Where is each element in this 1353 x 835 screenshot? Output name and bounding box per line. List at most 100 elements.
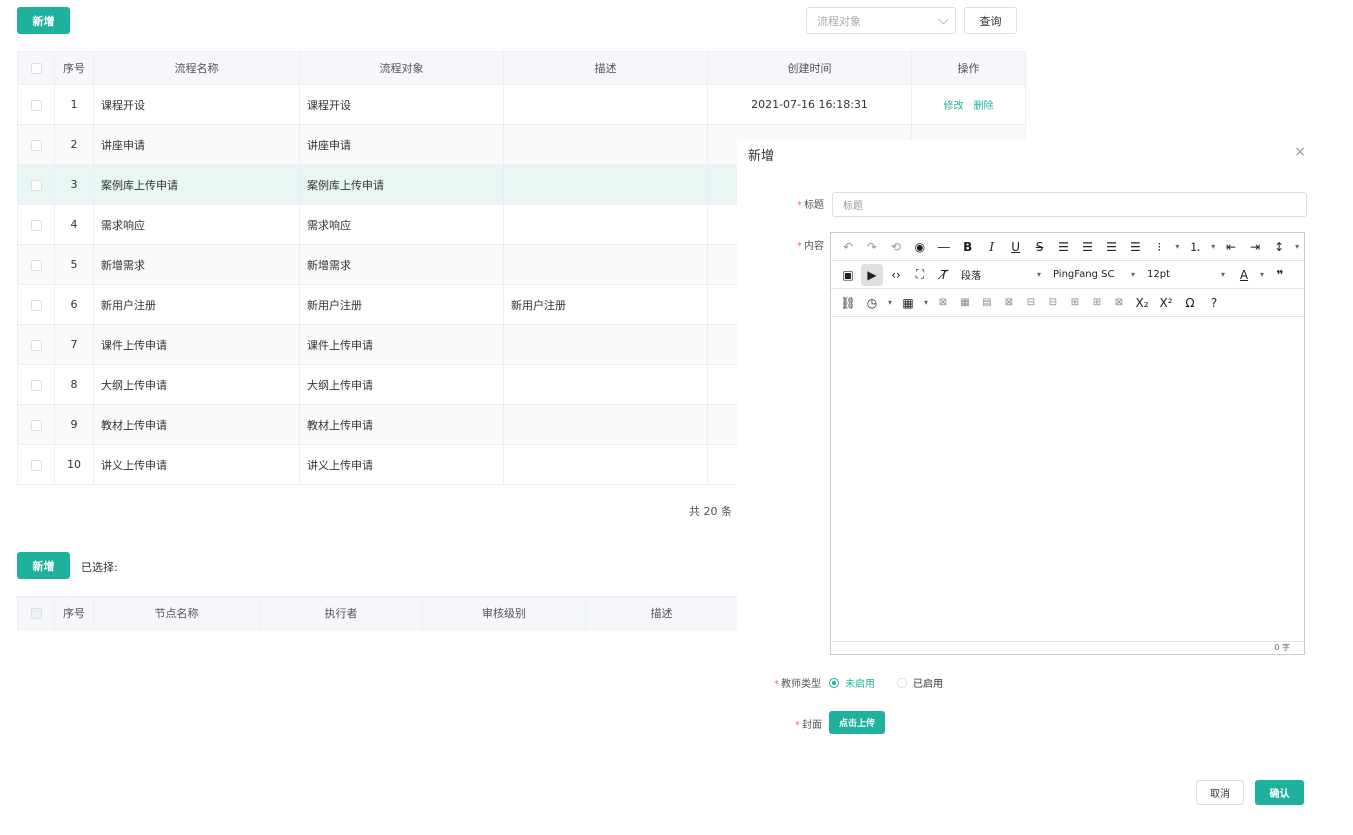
row-checkbox[interactable] <box>30 339 42 351</box>
superscript-icon[interactable]: X² <box>1155 292 1177 314</box>
align-right-icon[interactable]: ☰ <box>1100 236 1122 258</box>
delete-table-icon[interactable]: ⊠ <box>933 292 953 314</box>
radio-enabled-option[interactable]: 已启用 <box>897 675 943 690</box>
chevron-down-icon[interactable]: ▾ <box>921 292 931 314</box>
insert-row-after-icon[interactable]: ⊟ <box>1043 292 1063 314</box>
outdent-icon[interactable]: ⇤ <box>1220 236 1242 258</box>
add-node-button[interactable]: 新增 <box>17 552 70 579</box>
underline-icon[interactable]: U <box>1005 236 1027 258</box>
flow-description <box>503 84 708 125</box>
row-checkbox[interactable] <box>30 179 42 191</box>
insert-row-before-icon[interactable]: ⊟ <box>1021 292 1041 314</box>
bullet-list-icon[interactable]: ⁝ <box>1148 236 1170 258</box>
undo-icon[interactable]: ↶ <box>837 236 859 258</box>
row-checkbox[interactable] <box>30 379 42 391</box>
column-header: 创建时间 <box>707 51 912 85</box>
font-family-value: PingFang SC <box>1053 269 1115 280</box>
align-center-icon[interactable]: ☰ <box>1077 236 1099 258</box>
chevron-down-icon[interactable]: ▾ <box>1292 236 1302 258</box>
chevron-down-icon[interactable]: ▾ <box>1208 236 1218 258</box>
confirm-button[interactable]: 确认 <box>1255 780 1304 805</box>
indent-icon[interactable]: ⇥ <box>1244 236 1266 258</box>
row-number: 1 <box>54 84 94 125</box>
chevron-down-icon: ▾ <box>1220 270 1225 279</box>
flow-target-select[interactable]: 流程对象 <box>806 7 956 34</box>
row-number: 8 <box>54 364 94 405</box>
flow-name: 课程开设 <box>93 84 300 125</box>
align-left-icon[interactable]: ☰ <box>1053 236 1075 258</box>
row-checkbox[interactable] <box>30 459 42 471</box>
rich-text-editor[interactable]: ↶ ↷ ⟲ ◉ ― B I U S ☰ ☰ ☰ ☰ ⁝ ▾ ⒈ ▾ ⇤ ⇥ ↕ … <box>830 232 1305 655</box>
flow-target: 课程开设 <box>299 84 504 125</box>
clear-format-icon[interactable]: T̸ <box>933 264 955 286</box>
column-header: 描述 <box>503 51 708 85</box>
chevron-down-icon: ▾ <box>1130 270 1135 279</box>
special-char-icon[interactable]: Ω <box>1179 292 1201 314</box>
preview-eye-icon[interactable]: ◉ <box>909 236 931 258</box>
close-icon[interactable]: × <box>1294 144 1306 160</box>
table-header-row: 序号 流程名称 流程对象 描述 创建时间 操作 <box>17 51 1026 85</box>
row-props-icon[interactable]: ▤ <box>977 292 997 314</box>
delete-link[interactable]: 删除 <box>974 101 994 112</box>
flow-name: 教材上传申请 <box>93 404 300 445</box>
insert-col-before-icon[interactable]: ⊞ <box>1065 292 1085 314</box>
image-icon[interactable]: ▣ <box>837 264 859 286</box>
chevron-down-icon[interactable]: ▾ <box>1257 264 1267 286</box>
edit-link[interactable]: 修改 <box>944 101 964 112</box>
row-checkbox[interactable] <box>30 99 42 111</box>
teacher-type-label-text: 教师类型 <box>781 679 821 690</box>
select-all-checkbox[interactable] <box>30 608 42 619</box>
font-family-select[interactable]: PingFang SC ▾ <box>1049 264 1139 286</box>
cancel-button[interactable]: 取消 <box>1196 780 1244 805</box>
select-all-cell[interactable] <box>17 51 55 85</box>
bold-icon[interactable]: B <box>957 236 979 258</box>
chevron-down-icon[interactable]: ▾ <box>1172 236 1182 258</box>
table-row[interactable]: 1 课程开设 课程开设 2021-07-16 16:18:31 修改 删除 <box>17 84 1026 125</box>
blockquote-icon[interactable]: ❞ <box>1269 264 1291 286</box>
flow-description <box>503 404 708 445</box>
horizontal-rule-icon[interactable]: ― <box>933 236 955 258</box>
fullscreen-icon[interactable]: ⛶ <box>909 264 931 286</box>
selected-label: 已选择: <box>81 561 118 574</box>
table-props-icon[interactable]: ▦ <box>955 292 975 314</box>
title-input[interactable]: 标题 <box>832 192 1307 217</box>
help-icon[interactable]: ? <box>1203 292 1225 314</box>
select-all-cell[interactable] <box>17 596 55 630</box>
pagination-total: 共 20 条 <box>689 505 732 518</box>
delete-col-icon[interactable]: ⊠ <box>1109 292 1129 314</box>
row-checkbox[interactable] <box>30 299 42 311</box>
row-checkbox[interactable] <box>30 139 42 151</box>
restore-draft-icon[interactable]: ⟲ <box>885 236 907 258</box>
row-checkbox[interactable] <box>30 259 42 271</box>
clock-icon[interactable]: ◷ <box>861 292 883 314</box>
table-icon[interactable]: ▦ <box>897 292 919 314</box>
title-label: * 标题 <box>797 200 824 211</box>
redo-icon[interactable]: ↷ <box>861 236 883 258</box>
align-justify-icon[interactable]: ☰ <box>1124 236 1146 258</box>
subscript-icon[interactable]: X₂ <box>1131 292 1153 314</box>
delete-row-icon[interactable]: ⊠ <box>999 292 1019 314</box>
query-button[interactable]: 查询 <box>964 7 1017 34</box>
strikethrough-icon[interactable]: S <box>1029 236 1051 258</box>
italic-icon[interactable]: I <box>981 236 1003 258</box>
insert-col-after-icon[interactable]: ⊞ <box>1087 292 1107 314</box>
link-icon[interactable]: ⛓ <box>837 292 859 314</box>
block-format-select[interactable]: 段落 ▾ <box>957 264 1045 286</box>
row-checkbox[interactable] <box>30 219 42 231</box>
upload-button[interactable]: 点击上传 <box>829 711 885 734</box>
radio-disabled-option[interactable]: 未启用 <box>829 675 875 690</box>
column-header: 审核级别 <box>422 596 586 630</box>
row-checkbox[interactable] <box>30 419 42 431</box>
text-color-icon[interactable]: A <box>1233 264 1255 286</box>
select-all-checkbox[interactable] <box>30 63 42 74</box>
flow-name: 讲义上传申请 <box>93 444 300 485</box>
column-header: 节点名称 <box>93 596 260 630</box>
numbered-list-icon[interactable]: ⒈ <box>1184 236 1206 258</box>
chevron-down-icon[interactable]: ▾ <box>885 292 895 314</box>
code-icon[interactable]: ‹› <box>885 264 907 286</box>
add-flow-button[interactable]: 新增 <box>17 7 70 34</box>
editor-content-area[interactable] <box>831 319 1304 641</box>
line-height-icon[interactable]: ↕ <box>1268 236 1290 258</box>
font-size-select[interactable]: 12pt ▾ <box>1143 264 1229 286</box>
media-icon[interactable]: ▶ <box>861 263 883 286</box>
